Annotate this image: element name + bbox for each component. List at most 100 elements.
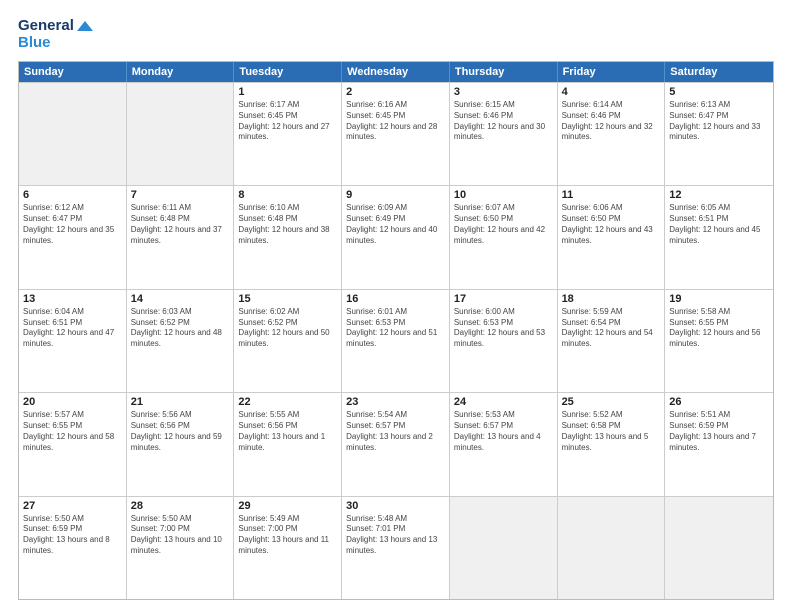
cell-4-7: 26 Sunrise: 5:51 AM Sunset: 6:59 PM Dayli…	[665, 393, 773, 495]
cell-info: Sunrise: 6:00 AM Sunset: 6:53 PM Dayligh…	[454, 307, 553, 350]
day-number: 4	[562, 86, 661, 98]
cell-2-7: 12 Sunrise: 6:05 AM Sunset: 6:51 PM Dayli…	[665, 186, 773, 288]
cell-4-2: 21 Sunrise: 5:56 AM Sunset: 6:56 PM Dayli…	[127, 393, 235, 495]
cell-info: Sunrise: 6:12 AM Sunset: 6:47 PM Dayligh…	[23, 203, 122, 246]
week-3: 13 Sunrise: 6:04 AM Sunset: 6:51 PM Dayli…	[19, 289, 773, 392]
day-number: 28	[131, 500, 230, 512]
cell-info: Sunrise: 5:58 AM Sunset: 6:55 PM Dayligh…	[669, 307, 769, 350]
day-number: 23	[346, 396, 445, 408]
day-number: 5	[669, 86, 769, 98]
day-number: 19	[669, 293, 769, 305]
cell-2-3: 8 Sunrise: 6:10 AM Sunset: 6:48 PM Daylig…	[234, 186, 342, 288]
day-number: 11	[562, 189, 661, 201]
calendar-body: 1 Sunrise: 6:17 AM Sunset: 6:45 PM Daylig…	[19, 82, 773, 599]
day-number: 10	[454, 189, 553, 201]
day-number: 29	[238, 500, 337, 512]
cell-info: Sunrise: 6:09 AM Sunset: 6:49 PM Dayligh…	[346, 203, 445, 246]
cell-info: Sunrise: 5:50 AM Sunset: 7:00 PM Dayligh…	[131, 514, 230, 557]
cell-3-5: 17 Sunrise: 6:00 AM Sunset: 6:53 PM Dayli…	[450, 290, 558, 392]
cell-info: Sunrise: 6:11 AM Sunset: 6:48 PM Dayligh…	[131, 203, 230, 246]
cell-1-5: 3 Sunrise: 6:15 AM Sunset: 6:46 PM Daylig…	[450, 83, 558, 185]
week-4: 20 Sunrise: 5:57 AM Sunset: 6:55 PM Dayli…	[19, 392, 773, 495]
header-sunday: Sunday	[19, 62, 127, 82]
cell-2-6: 11 Sunrise: 6:06 AM Sunset: 6:50 PM Dayli…	[558, 186, 666, 288]
cell-1-4: 2Sunrise: 6:16 AM Sunset: 6:45 PM Daylig…	[342, 83, 450, 185]
cell-info: Sunrise: 6:07 AM Sunset: 6:50 PM Dayligh…	[454, 203, 553, 246]
cell-info: Sunrise: 5:56 AM Sunset: 6:56 PM Dayligh…	[131, 410, 230, 453]
cell-3-3: 15 Sunrise: 6:02 AM Sunset: 6:52 PM Dayli…	[234, 290, 342, 392]
cell-info: Sunrise: 6:02 AM Sunset: 6:52 PM Dayligh…	[238, 307, 337, 350]
cell-info: Sunrise: 6:01 AM Sunset: 6:53 PM Dayligh…	[346, 307, 445, 350]
cell-1-1	[19, 83, 127, 185]
cell-3-6: 18 Sunrise: 5:59 AM Sunset: 6:54 PM Dayli…	[558, 290, 666, 392]
day-number: 7	[131, 189, 230, 201]
cell-1-6: 4 Sunrise: 6:14 AM Sunset: 6:46 PM Daylig…	[558, 83, 666, 185]
day-number: 14	[131, 293, 230, 305]
day-number: 20	[23, 396, 122, 408]
cell-4-1: 20 Sunrise: 5:57 AM Sunset: 6:55 PM Dayli…	[19, 393, 127, 495]
cell-info: Sunrise: 5:53 AM Sunset: 6:57 PM Dayligh…	[454, 410, 553, 453]
day-number: 9	[346, 189, 445, 201]
day-number: 17	[454, 293, 553, 305]
cell-5-2: 28 Sunrise: 5:50 AM Sunset: 7:00 PM Dayli…	[127, 497, 235, 599]
cell-info: Sunrise: 5:54 AM Sunset: 6:57 PM Dayligh…	[346, 410, 445, 453]
cell-2-2: 7 Sunrise: 6:11 AM Sunset: 6:48 PM Daylig…	[127, 186, 235, 288]
cell-info: Sunrise: 5:57 AM Sunset: 6:55 PM Dayligh…	[23, 410, 122, 453]
cell-5-6	[558, 497, 666, 599]
cell-5-1: 27 Sunrise: 5:50 AM Sunset: 6:59 PM Dayli…	[19, 497, 127, 599]
cell-5-3: 29 Sunrise: 5:49 AM Sunset: 7:00 PM Dayli…	[234, 497, 342, 599]
cell-info: Sunrise: 6:15 AM Sunset: 6:46 PM Dayligh…	[454, 100, 553, 143]
cell-4-6: 25Sunrise: 5:52 AM Sunset: 6:58 PM Dayli…	[558, 393, 666, 495]
cell-info: Sunrise: 6:17 AM Sunset: 6:45 PM Dayligh…	[238, 100, 337, 143]
day-number: 21	[131, 396, 230, 408]
day-number: 18	[562, 293, 661, 305]
day-number: 13	[23, 293, 122, 305]
day-number: 3	[454, 86, 553, 98]
day-number: 15	[238, 293, 337, 305]
cell-info: Sunrise: 6:06 AM Sunset: 6:50 PM Dayligh…	[562, 203, 661, 246]
cell-info: Sunrise: 5:49 AM Sunset: 7:00 PM Dayligh…	[238, 514, 337, 557]
cell-info: Sunrise: 6:14 AM Sunset: 6:46 PM Dayligh…	[562, 100, 661, 143]
day-number: 26	[669, 396, 769, 408]
day-number: 8	[238, 189, 337, 201]
header-thursday: Thursday	[450, 62, 558, 82]
cell-info: Sunrise: 6:13 AM Sunset: 6:47 PM Dayligh…	[669, 100, 769, 143]
cell-info: Sunrise: 6:04 AM Sunset: 6:51 PM Dayligh…	[23, 307, 122, 350]
cell-3-2: 14 Sunrise: 6:03 AM Sunset: 6:52 PM Dayli…	[127, 290, 235, 392]
cell-5-7	[665, 497, 773, 599]
day-number: 25	[562, 396, 661, 408]
day-number: 27	[23, 500, 122, 512]
day-number: 16	[346, 293, 445, 305]
cell-info: Sunrise: 5:51 AM Sunset: 6:59 PM Dayligh…	[669, 410, 769, 453]
cell-1-7: 5 Sunrise: 6:13 AM Sunset: 6:47 PM Daylig…	[665, 83, 773, 185]
cell-2-5: 10 Sunrise: 6:07 AM Sunset: 6:50 PM Dayli…	[450, 186, 558, 288]
cell-2-1: 6 Sunrise: 6:12 AM Sunset: 6:47 PM Daylig…	[19, 186, 127, 288]
header: General Blue	[18, 18, 774, 51]
day-number: 1	[238, 86, 337, 98]
cell-3-4: 16 Sunrise: 6:01 AM Sunset: 6:53 PM Dayli…	[342, 290, 450, 392]
day-number: 22	[238, 396, 337, 408]
header-friday: Friday	[558, 62, 666, 82]
header-monday: Monday	[127, 62, 235, 82]
calendar-header: Sunday Monday Tuesday Wednesday Thursday…	[19, 62, 773, 82]
week-5: 27 Sunrise: 5:50 AM Sunset: 6:59 PM Dayli…	[19, 496, 773, 599]
day-number: 6	[23, 189, 122, 201]
cell-info: Sunrise: 5:48 AM Sunset: 7:01 PM Dayligh…	[346, 514, 445, 557]
cell-info: Sunrise: 6:16 AM Sunset: 6:45 PM Dayligh…	[346, 100, 445, 143]
day-number: 12	[669, 189, 769, 201]
week-1: 1 Sunrise: 6:17 AM Sunset: 6:45 PM Daylig…	[19, 82, 773, 185]
cell-4-3: 22 Sunrise: 5:55 AM Sunset: 6:56 PM Dayli…	[234, 393, 342, 495]
header-tuesday: Tuesday	[234, 62, 342, 82]
cell-info: Sunrise: 6:03 AM Sunset: 6:52 PM Dayligh…	[131, 307, 230, 350]
cell-info: Sunrise: 5:55 AM Sunset: 6:56 PM Dayligh…	[238, 410, 337, 453]
cell-info: Sunrise: 5:59 AM Sunset: 6:54 PM Dayligh…	[562, 307, 661, 350]
cell-info: Sunrise: 6:10 AM Sunset: 6:48 PM Dayligh…	[238, 203, 337, 246]
day-number: 30	[346, 500, 445, 512]
cell-2-4: 9 Sunrise: 6:09 AM Sunset: 6:49 PM Daylig…	[342, 186, 450, 288]
cell-info: Sunrise: 5:50 AM Sunset: 6:59 PM Dayligh…	[23, 514, 122, 557]
page: General Blue Sunday Monday Tuesday Wedne…	[0, 0, 792, 612]
logo: General Blue	[18, 18, 93, 51]
cell-1-2	[127, 83, 235, 185]
cell-info: Sunrise: 6:05 AM Sunset: 6:51 PM Dayligh…	[669, 203, 769, 246]
header-saturday: Saturday	[665, 62, 773, 82]
